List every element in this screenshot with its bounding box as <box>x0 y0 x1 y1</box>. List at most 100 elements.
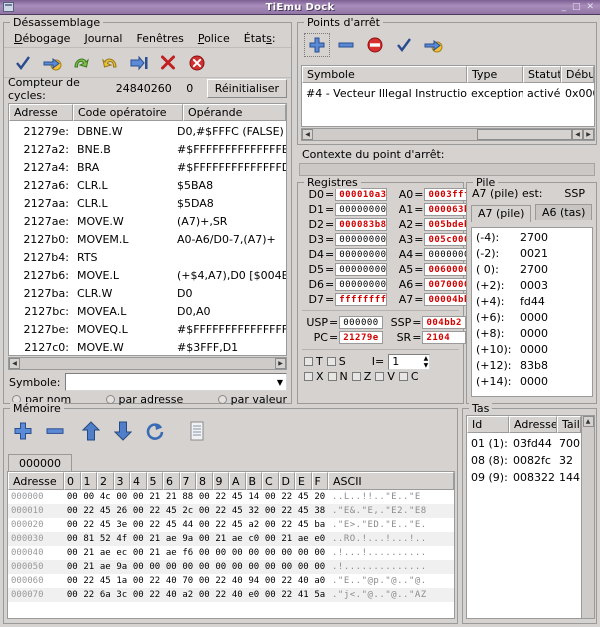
table-row[interactable]: 01 (1):03fd44700 <box>467 435 581 452</box>
memory-byte[interactable]: 45 <box>295 504 312 518</box>
scroll-left-arrow[interactable]: ◀ <box>9 358 20 369</box>
scroll-up-arrow[interactable]: ▲ <box>583 416 594 427</box>
column-operande[interactable]: Opérande <box>183 104 286 121</box>
memory-byte[interactable]: 00 <box>163 560 180 574</box>
step-into-icon[interactable] <box>68 51 94 75</box>
disable-breakpoint-icon[interactable] <box>362 33 388 57</box>
memory-byte[interactable]: 00 <box>64 588 81 602</box>
memory-row[interactable]: 000010002245260022452c0022453200224538."… <box>8 504 454 518</box>
flag-Z[interactable]: Z <box>352 370 372 383</box>
memory-byte[interactable]: 00 <box>262 490 279 504</box>
memory-byte[interactable]: 00 <box>196 546 213 560</box>
heap-vscrollbar[interactable]: ▲ <box>581 416 594 618</box>
memory-byte[interactable]: 41 <box>295 588 312 602</box>
memory-byte[interactable]: 00 <box>180 560 197 574</box>
chevron-down-icon[interactable]: ▼ <box>277 378 283 387</box>
memory-byte[interactable]: 00 <box>196 588 213 602</box>
refresh-icon[interactable] <box>142 419 168 443</box>
memory-byte[interactable]: 00 <box>262 574 279 588</box>
symbol-combo[interactable]: ▼ <box>65 373 287 391</box>
memory-byte[interactable]: 00 <box>130 560 147 574</box>
memory-tab-000000[interactable]: 000000 <box>8 454 72 472</box>
tab-a7-pile[interactable]: A7 (pile) <box>471 205 531 222</box>
memory-byte[interactable]: 00 <box>130 546 147 560</box>
memory-byte[interactable]: 45 <box>163 504 180 518</box>
minimize-button[interactable]: _ <box>561 3 566 12</box>
memory-column-d[interactable]: D <box>279 472 296 490</box>
table-row[interactable]: 2127bc:MOVEA.LD0,A0 <box>9 303 286 321</box>
memory-row[interactable]: 0000400021aeec0021aef60000000000000000.!… <box>8 546 454 560</box>
memory-column-c[interactable]: C <box>262 472 279 490</box>
memory-hexview[interactable]: Adresse0123456789ABCDEFASCII 00000000004… <box>7 471 455 619</box>
column-statut[interactable]: Statut <box>523 66 561 83</box>
column-code-operatoire[interactable]: Code opératoire <box>73 104 183 121</box>
memory-column-4[interactable]: 4 <box>130 472 147 490</box>
memory-byte[interactable]: 20 <box>312 490 329 504</box>
memory-column-b[interactable]: B <box>246 472 263 490</box>
memory-byte[interactable]: 00 <box>196 574 213 588</box>
memory-byte[interactable]: 00 <box>295 560 312 574</box>
stack-entry[interactable]: (+2):0003 <box>476 278 592 294</box>
memory-byte[interactable]: 45 <box>295 490 312 504</box>
memory-column-ascii[interactable]: ASCII <box>328 472 454 490</box>
memory-byte[interactable]: 70 <box>180 574 197 588</box>
table-row[interactable]: 2127a2:BNE.B#$FFFFFFFFFFFFFFE4 (FALS <box>9 141 286 159</box>
memory-byte[interactable]: 38 <box>312 504 329 518</box>
memory-byte[interactable]: 00 <box>279 546 296 560</box>
memory-byte[interactable]: ec <box>114 546 131 560</box>
scroll-right-arrow[interactable]: ▶ <box>583 129 594 140</box>
menu-fenetres[interactable]: Fenêtres <box>131 31 190 46</box>
memory-byte[interactable]: 3c <box>114 588 131 602</box>
memory-byte[interactable]: 00 <box>64 518 81 532</box>
flag-V[interactable]: V <box>375 370 395 383</box>
memory-byte[interactable]: 22 <box>213 588 230 602</box>
memory-byte[interactable]: 21 <box>81 560 98 574</box>
checkbox-indicator[interactable] <box>399 372 408 381</box>
scroll-thumb[interactable] <box>477 129 572 140</box>
memory-byte[interactable]: 45 <box>97 574 114 588</box>
flag-N[interactable]: N <box>328 370 348 383</box>
register-value[interactable]: 000010a3 <box>335 188 387 201</box>
flag-X[interactable]: X <box>304 370 324 383</box>
memory-byte[interactable]: 22 <box>81 518 98 532</box>
memory-byte[interactable]: 5a <box>312 588 329 602</box>
menu-journal[interactable]: Journal <box>78 31 128 46</box>
memory-byte[interactable]: 00 <box>81 490 98 504</box>
table-row[interactable]: 2127a4:BRA#$FFFFFFFFFFFFFFD0 (TRU <box>9 159 286 177</box>
memory-byte[interactable]: 00 <box>147 560 164 574</box>
checkbox-indicator[interactable] <box>304 372 313 381</box>
checkbox-indicator[interactable] <box>352 372 361 381</box>
memory-column-3[interactable]: 3 <box>114 472 131 490</box>
memory-byte[interactable]: 4f <box>114 532 131 546</box>
memory-byte[interactable]: 00 <box>130 490 147 504</box>
memory-byte[interactable]: 00 <box>196 532 213 546</box>
memory-byte[interactable]: a2 <box>246 518 263 532</box>
memory-byte[interactable]: 22 <box>279 490 296 504</box>
memory-byte[interactable]: 22 <box>147 574 164 588</box>
memory-byte[interactable]: 22 <box>213 504 230 518</box>
memory-byte[interactable]: ae <box>163 546 180 560</box>
memory-byte[interactable]: 9a <box>180 532 197 546</box>
memory-byte[interactable]: 00 <box>196 504 213 518</box>
stack-entry[interactable]: (-4):2700 <box>476 230 592 246</box>
add-icon[interactable] <box>10 419 36 443</box>
memory-byte[interactable]: 00 <box>196 490 213 504</box>
memory-byte[interactable]: 22 <box>213 518 230 532</box>
memory-byte[interactable]: 00 <box>312 546 329 560</box>
memory-byte[interactable]: 00 <box>196 560 213 574</box>
memory-byte[interactable]: 00 <box>262 518 279 532</box>
memory-byte[interactable]: 45 <box>229 490 246 504</box>
remove-breakpoint-icon[interactable] <box>333 33 359 57</box>
memory-byte[interactable]: 45 <box>229 504 246 518</box>
memory-byte[interactable]: 21 <box>163 490 180 504</box>
memory-byte[interactable]: 22 <box>81 504 98 518</box>
memory-column-adresse[interactable]: Adresse <box>8 472 64 490</box>
table-row[interactable]: 2127b0:MOVEM.LA0-A6/D0-7,(A7)+ <box>9 231 286 249</box>
register-value[interactable]: 00000000 <box>335 203 387 216</box>
heap-list[interactable]: Id Adresse Taille 01 (1):03fd4470008 (8)… <box>466 415 595 619</box>
column-adresse[interactable]: Adresse <box>509 416 557 433</box>
memory-byte[interactable]: 40 <box>229 574 246 588</box>
memory-byte[interactable]: 00 <box>130 588 147 602</box>
close-button[interactable]: ✕ <box>586 3 594 12</box>
memory-byte[interactable]: 00 <box>64 532 81 546</box>
